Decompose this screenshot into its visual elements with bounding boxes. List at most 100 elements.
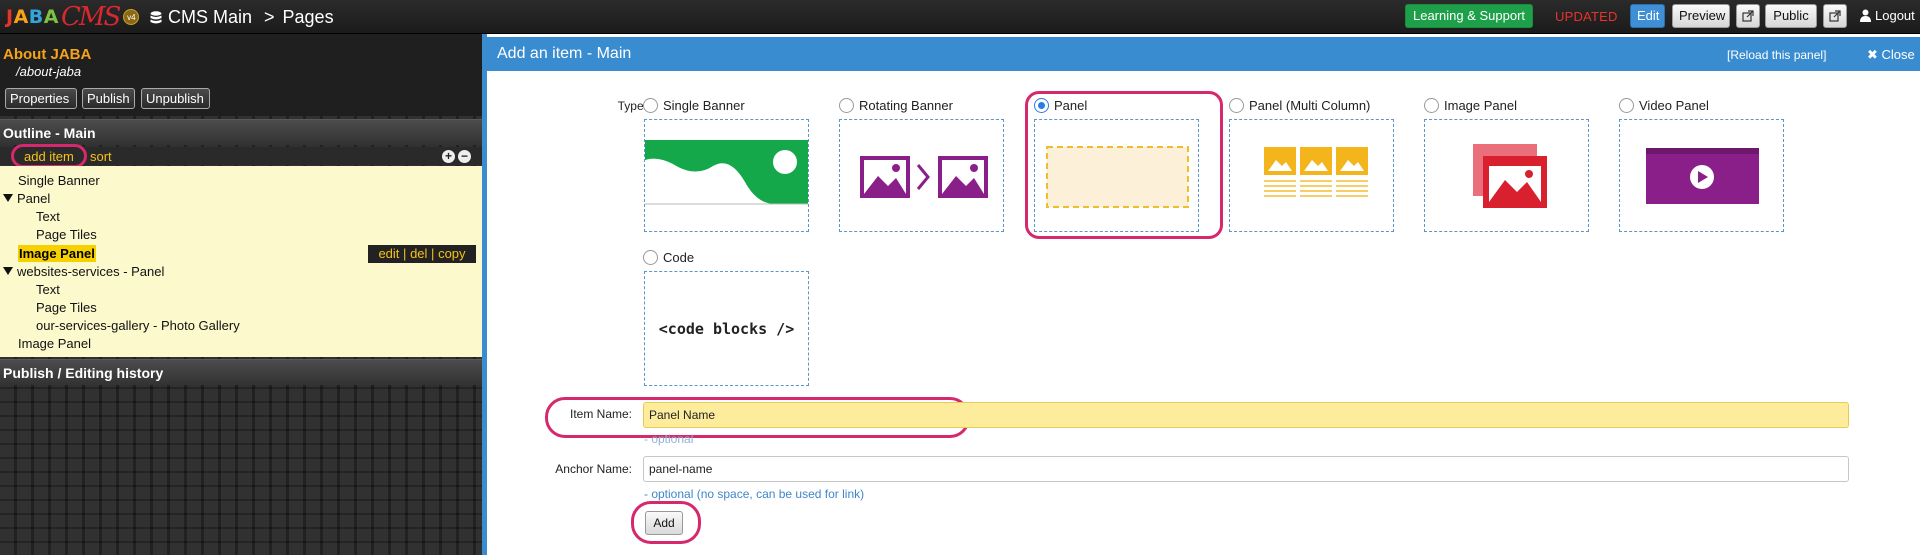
- outline-header[interactable]: Outline - Main: [0, 119, 482, 145]
- unpublish-button[interactable]: Unpublish: [141, 88, 210, 109]
- page-title: About JABA: [3, 46, 92, 63]
- image-panel-icon: [1473, 144, 1547, 208]
- public-external-link-button[interactable]: [1823, 4, 1847, 28]
- logout-link[interactable]: Logout: [1860, 8, 1915, 23]
- outline-item-selected[interactable]: Image Panel edit | del | copy: [0, 244, 482, 264]
- database-icon: [150, 10, 162, 23]
- collapse-all-icon[interactable]: −: [458, 150, 471, 163]
- left-sidebar: About JABA /about-jaba Properties Publis…: [0, 34, 482, 555]
- logo-cms: CMS: [61, 2, 121, 32]
- outline-item[interactable]: Page Tiles: [36, 299, 97, 317]
- dialog-title: Add an item - Main: [497, 45, 632, 62]
- outline-item[interactable]: our-services-gallery - Photo Gallery: [36, 317, 240, 335]
- history-header[interactable]: Publish / Editing history: [0, 359, 482, 385]
- add-button[interactable]: Add: [645, 511, 683, 535]
- type-option-panel-multi-column[interactable]: Panel (Multi Column): [1229, 98, 1370, 113]
- outline-item-label: websites-services - Panel: [17, 264, 165, 279]
- rotating-banner-tile[interactable]: [839, 119, 1004, 232]
- properties-button[interactable]: Properties: [5, 88, 77, 109]
- dialog-header: Add an item - Main [Reload this panel] ✖…: [487, 37, 1920, 71]
- item-name-label: Item Name:: [569, 407, 632, 421]
- expand-all-icon[interactable]: +: [442, 150, 455, 163]
- type-option-video-panel[interactable]: Video Panel: [1619, 98, 1709, 113]
- type-option-label: Code: [663, 250, 695, 265]
- close-button[interactable]: ✖ Close: [1867, 47, 1915, 63]
- anchor-name-hint: - optional (no space, can be used for li…: [644, 487, 865, 501]
- close-icon: ✖: [1867, 47, 1878, 62]
- status-updated-label: UPDATED: [1555, 9, 1618, 24]
- learning-support-button[interactable]: Learning & Support: [1405, 4, 1533, 28]
- type-option-rotating-banner[interactable]: Rotating Banner: [839, 98, 953, 113]
- public-button[interactable]: Public: [1765, 4, 1817, 28]
- edit-link[interactable]: edit: [378, 246, 399, 261]
- anchor-name-label: Anchor Name:: [555, 462, 632, 476]
- sort-link[interactable]: sort: [90, 149, 112, 164]
- code-icon: <code blocks />: [658, 320, 795, 338]
- outline-tree: Single Banner Panel Text Page Tiles Imag…: [0, 166, 482, 357]
- jaba-cms-logo[interactable]: JABA CMS v4: [6, 2, 140, 32]
- video-panel-tile[interactable]: [1619, 119, 1784, 232]
- preview-button[interactable]: Preview: [1672, 4, 1730, 28]
- radio-button[interactable]: [643, 98, 658, 113]
- type-option-label: Single Banner: [663, 98, 745, 113]
- caret-down-icon[interactable]: [3, 267, 13, 275]
- item-name-field[interactable]: Panel Name: [643, 402, 1849, 428]
- page-header: About JABA /about-jaba Properties Publis…: [0, 34, 482, 116]
- breadcrumb-current[interactable]: Pages: [283, 7, 334, 28]
- outline-item[interactable]: Single Banner: [18, 172, 100, 190]
- single-banner-icon: [645, 140, 808, 205]
- edit-button[interactable]: Edit: [1630, 4, 1665, 28]
- outline-item[interactable]: Page Tiles: [36, 226, 97, 244]
- radio-button[interactable]: [643, 250, 658, 265]
- add-item-link[interactable]: add item: [24, 149, 74, 164]
- single-banner-tile[interactable]: [644, 119, 809, 232]
- close-label: Close: [1881, 47, 1915, 62]
- preview-external-link-button[interactable]: [1736, 4, 1760, 28]
- type-option-label: Video Panel: [1639, 98, 1709, 113]
- radio-button[interactable]: [1424, 98, 1439, 113]
- action-divider: |: [431, 246, 435, 261]
- type-option-code[interactable]: Code: [643, 250, 694, 265]
- panel-multi-column-tile[interactable]: [1229, 119, 1394, 232]
- outline-item-label: Panel: [17, 191, 51, 206]
- delete-link[interactable]: del: [410, 246, 427, 261]
- anchor-name-field[interactable]: panel-name: [643, 456, 1849, 482]
- reload-panel-link[interactable]: [Reload this panel]: [1727, 48, 1826, 62]
- type-option-single-banner[interactable]: Single Banner: [643, 98, 745, 113]
- page-path: /about-jaba: [16, 64, 82, 79]
- outline-item[interactable]: Text: [36, 208, 60, 226]
- radio-button[interactable]: [1229, 98, 1244, 113]
- breadcrumb-separator: >: [264, 7, 275, 27]
- logout-label: Logout: [1875, 8, 1915, 23]
- outline-item[interactable]: Panel: [3, 190, 50, 208]
- highlight-ring-panel: [1025, 91, 1223, 239]
- code-tile[interactable]: <code blocks />: [644, 271, 809, 386]
- item-name-hint: - optional: [644, 432, 694, 446]
- action-divider: |: [403, 246, 407, 261]
- type-option-label: Panel (Multi Column): [1249, 98, 1371, 113]
- radio-button[interactable]: [1619, 98, 1634, 113]
- caret-down-icon[interactable]: [3, 194, 13, 202]
- image-panel-tile[interactable]: [1424, 119, 1589, 232]
- row-actions: edit | del | copy: [368, 245, 476, 263]
- publish-button[interactable]: Publish: [82, 88, 135, 109]
- type-option-label: Rotating Banner: [859, 98, 953, 113]
- user-icon: [1860, 9, 1871, 22]
- external-link-icon: [1829, 10, 1841, 22]
- outline-item-label: Image Panel: [18, 245, 96, 262]
- copy-link[interactable]: copy: [438, 246, 465, 261]
- logo-wordmark: JABA: [6, 6, 59, 28]
- logo-version-badge: v4: [123, 9, 140, 25]
- breadcrumb: CMS Main > Pages: [150, 7, 334, 28]
- radio-button[interactable]: [839, 98, 854, 113]
- outline-item[interactable]: websites-services - Panel: [3, 263, 164, 281]
- type-label: Type:: [617, 99, 647, 113]
- external-link-icon: [1742, 10, 1754, 22]
- type-option-label: Image Panel: [1444, 98, 1517, 113]
- breadcrumb-root[interactable]: CMS Main: [168, 7, 252, 28]
- panel-multi-column-icon: [1264, 147, 1368, 197]
- video-panel-icon: [1646, 148, 1759, 204]
- outline-item[interactable]: Text: [36, 281, 60, 299]
- type-option-image-panel[interactable]: Image Panel: [1424, 98, 1517, 113]
- outline-item[interactable]: Image Panel: [18, 335, 91, 353]
